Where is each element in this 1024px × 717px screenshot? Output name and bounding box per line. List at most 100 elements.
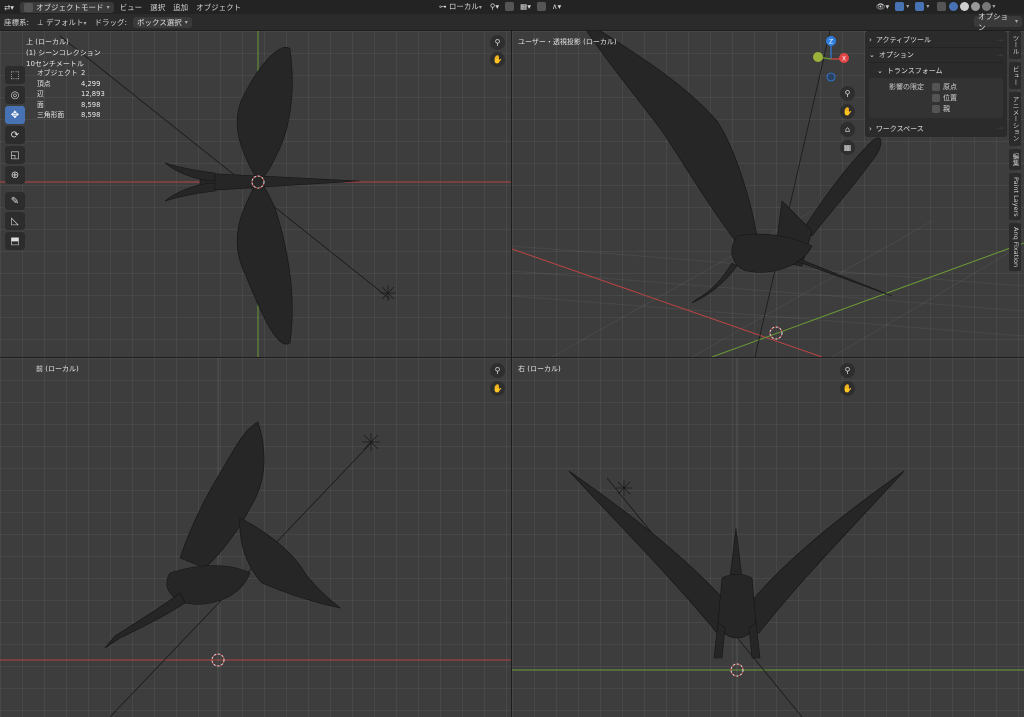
camera-icon: ⌂	[844, 125, 851, 134]
pan-button[interactable]: ✋	[840, 104, 855, 119]
orientation-label: 座標系:	[4, 17, 30, 27]
stat-edges: 辺 12,893	[37, 90, 105, 98]
viewport-right[interactable]: 右 (ローカル) ⚲ ✋	[512, 358, 1024, 717]
hand-icon: ✋	[492, 384, 503, 393]
cursor-tool[interactable]: ◎	[5, 86, 25, 104]
right-view-scene	[512, 358, 1024, 717]
navigation-gizmo[interactable]: Z X	[813, 36, 849, 82]
wireframe-shading-icon[interactable]	[949, 2, 959, 11]
drag-handle-icon[interactable]: ⋯	[997, 125, 1003, 132]
options-dropdown[interactable]: オプション ▾	[974, 12, 1022, 32]
tab-view[interactable]: ビュー	[1009, 61, 1021, 89]
pterosaur-mesh-perspective	[586, 31, 893, 304]
rotate-tool[interactable]: ⟳	[5, 126, 25, 144]
chevron-down-icon: ⌄	[869, 51, 875, 59]
front-view-scene	[0, 358, 511, 717]
zoom-button[interactable]: ⚲	[840, 363, 855, 378]
chevron-right-icon: ›	[869, 36, 872, 44]
tab-animation[interactable]: アニメーション	[1009, 92, 1021, 146]
move-tool[interactable]: ✥	[5, 106, 25, 124]
perspective-floor-grid	[512, 210, 1024, 357]
hand-icon: ✋	[492, 55, 503, 64]
light-icon	[616, 480, 632, 496]
view-name: 前 (ローカル)	[36, 365, 79, 373]
tool-shelf: ⬚ ◎ ✥ ⟳ ◱ ⊕ ✎ ◺ ⬒	[5, 66, 27, 250]
snap-icon[interactable]	[505, 2, 515, 11]
measure-tool[interactable]: ◺	[5, 212, 25, 230]
tab-edit[interactable]: 編集	[1009, 148, 1021, 170]
overlay-toggle-icon[interactable]	[915, 2, 925, 11]
tab-anq-fixation[interactable]: Anq Fixation	[1009, 223, 1021, 272]
camera-line	[754, 31, 831, 357]
checkbox-icon	[932, 83, 940, 91]
affect-parents-checkbox[interactable]: 親	[932, 104, 957, 114]
zoom-button[interactable]: ⚲	[840, 86, 855, 101]
visibility-dropdown[interactable]: 👁▾	[872, 2, 893, 11]
gizmo-x-label: X	[842, 56, 846, 63]
drag-handle-icon[interactable]: ⋯	[997, 52, 1003, 59]
tool-settings-bar: 座標系: ⊥ デフォルト▾ ドラッグ: ボックス選択 ▾ オプション ▾	[0, 12, 1024, 32]
snap-toggle[interactable]: ⚲▾	[486, 2, 503, 11]
mode-dropdown[interactable]: オブジェクトモード ▾	[20, 1, 114, 13]
menu-object[interactable]: オブジェクト	[192, 2, 245, 13]
zoom-button[interactable]: ⚲	[490, 363, 505, 378]
tab-tool[interactable]: ツール	[1009, 31, 1021, 59]
ortho-toggle-button[interactable]: ▦	[840, 140, 855, 155]
transform-tool[interactable]: ⊕	[5, 166, 25, 184]
viewport-top[interactable]: 上 (ローカル) (1) シーンコレクション 10センチメートル オブジェクト …	[0, 31, 511, 357]
chevron-down-icon: ⌄	[877, 66, 883, 75]
chevron-right-icon: ›	[869, 124, 872, 133]
tab-paint-layers[interactable]: Paint Layers	[1009, 172, 1021, 221]
hand-icon: ✋	[842, 107, 853, 116]
gizmo-y-handle[interactable]	[813, 52, 823, 62]
object-mode-icon	[24, 2, 34, 12]
drag-dropdown[interactable]: ボックス選択 ▾	[133, 16, 192, 28]
affect-origins-checkbox[interactable]: 原点	[932, 82, 957, 92]
panel-options[interactable]: ⌄ オプション ⋯	[869, 48, 1003, 63]
solid-shading-icon[interactable]	[960, 2, 970, 11]
sidebar-tabs: ツール ビュー アニメーション 編集 Paint Layers Anq Fixa…	[1009, 31, 1021, 272]
gizmo-negz-handle[interactable]	[826, 72, 836, 82]
affect-only-box: 影響の限定 原点 位置 親	[869, 78, 1003, 118]
chevron-down-icon: ▾	[926, 3, 930, 10]
drag-label: ドラッグ:	[94, 17, 128, 27]
add-cube-tool[interactable]: ⬒	[5, 232, 25, 250]
pan-button[interactable]: ✋	[490, 52, 505, 67]
transform-orientation-dropdown[interactable]: ⊶ ローカル▾	[435, 1, 486, 12]
pan-button[interactable]: ✋	[490, 381, 505, 396]
scale-tool[interactable]: ◱	[5, 146, 25, 164]
xray-toggle-icon[interactable]	[937, 2, 947, 11]
menu-view[interactable]: ビュー	[116, 2, 147, 13]
header-center-controls: ⊶ ローカル▾ ⚲▾ ▦▾ ∧▾	[435, 1, 565, 12]
zoom-button[interactable]: ⚲	[490, 35, 505, 50]
menu-add[interactable]: 追加	[169, 2, 192, 13]
panel-active-tool[interactable]: › アクティブツール ⋯	[869, 33, 1003, 48]
editor-type-button[interactable]: ⇄▾	[0, 3, 18, 12]
hand-icon: ✋	[842, 384, 853, 393]
viewport-front[interactable]: 前 (ローカル) ⚲ ✋	[0, 358, 511, 717]
falloff-dropdown[interactable]: ∧▾	[548, 2, 565, 11]
panel-workspace[interactable]: › ワークスペース ⋯	[869, 121, 1003, 136]
annotate-tool[interactable]: ✎	[5, 192, 25, 210]
snap-target-dropdown[interactable]: ▦▾	[516, 2, 535, 11]
pan-button[interactable]: ✋	[840, 381, 855, 396]
subpanel-transform[interactable]: ⌄ トランスフォーム	[869, 63, 1003, 78]
chevron-down-icon: ▾	[992, 3, 996, 10]
camera-view-button[interactable]: ⌂	[840, 122, 855, 137]
affect-locations-checkbox[interactable]: 位置	[932, 93, 957, 103]
select-box-tool[interactable]: ⬚	[5, 66, 25, 84]
collection-name: (1) シーンコレクション	[26, 49, 101, 57]
orientation-dropdown[interactable]: ⊥ デフォルト▾	[33, 17, 90, 28]
magnifier-icon: ⚲	[844, 366, 851, 375]
orientation-icon: ⊶	[439, 2, 447, 11]
header-right-controls: 👁▾ ▾ ▾ ▾	[872, 2, 995, 11]
menu-select[interactable]: 選択	[146, 2, 169, 13]
orientation-axes-icon: ⊥	[37, 17, 44, 27]
affect-only-label: 影響の限定	[889, 83, 924, 91]
header-bar: ⇄▾ オブジェクトモード ▾ ビュー 選択 追加 オブジェクト ⊶ ローカル▾ ⚲…	[0, 0, 1024, 14]
drag-handle-icon[interactable]: ⋯	[997, 37, 1003, 44]
pterosaur-mesh-top	[164, 47, 361, 345]
proportional-edit-icon[interactable]	[537, 2, 547, 11]
grid-icon: ▦	[843, 143, 852, 152]
gizmo-toggle-icon[interactable]	[895, 2, 905, 11]
